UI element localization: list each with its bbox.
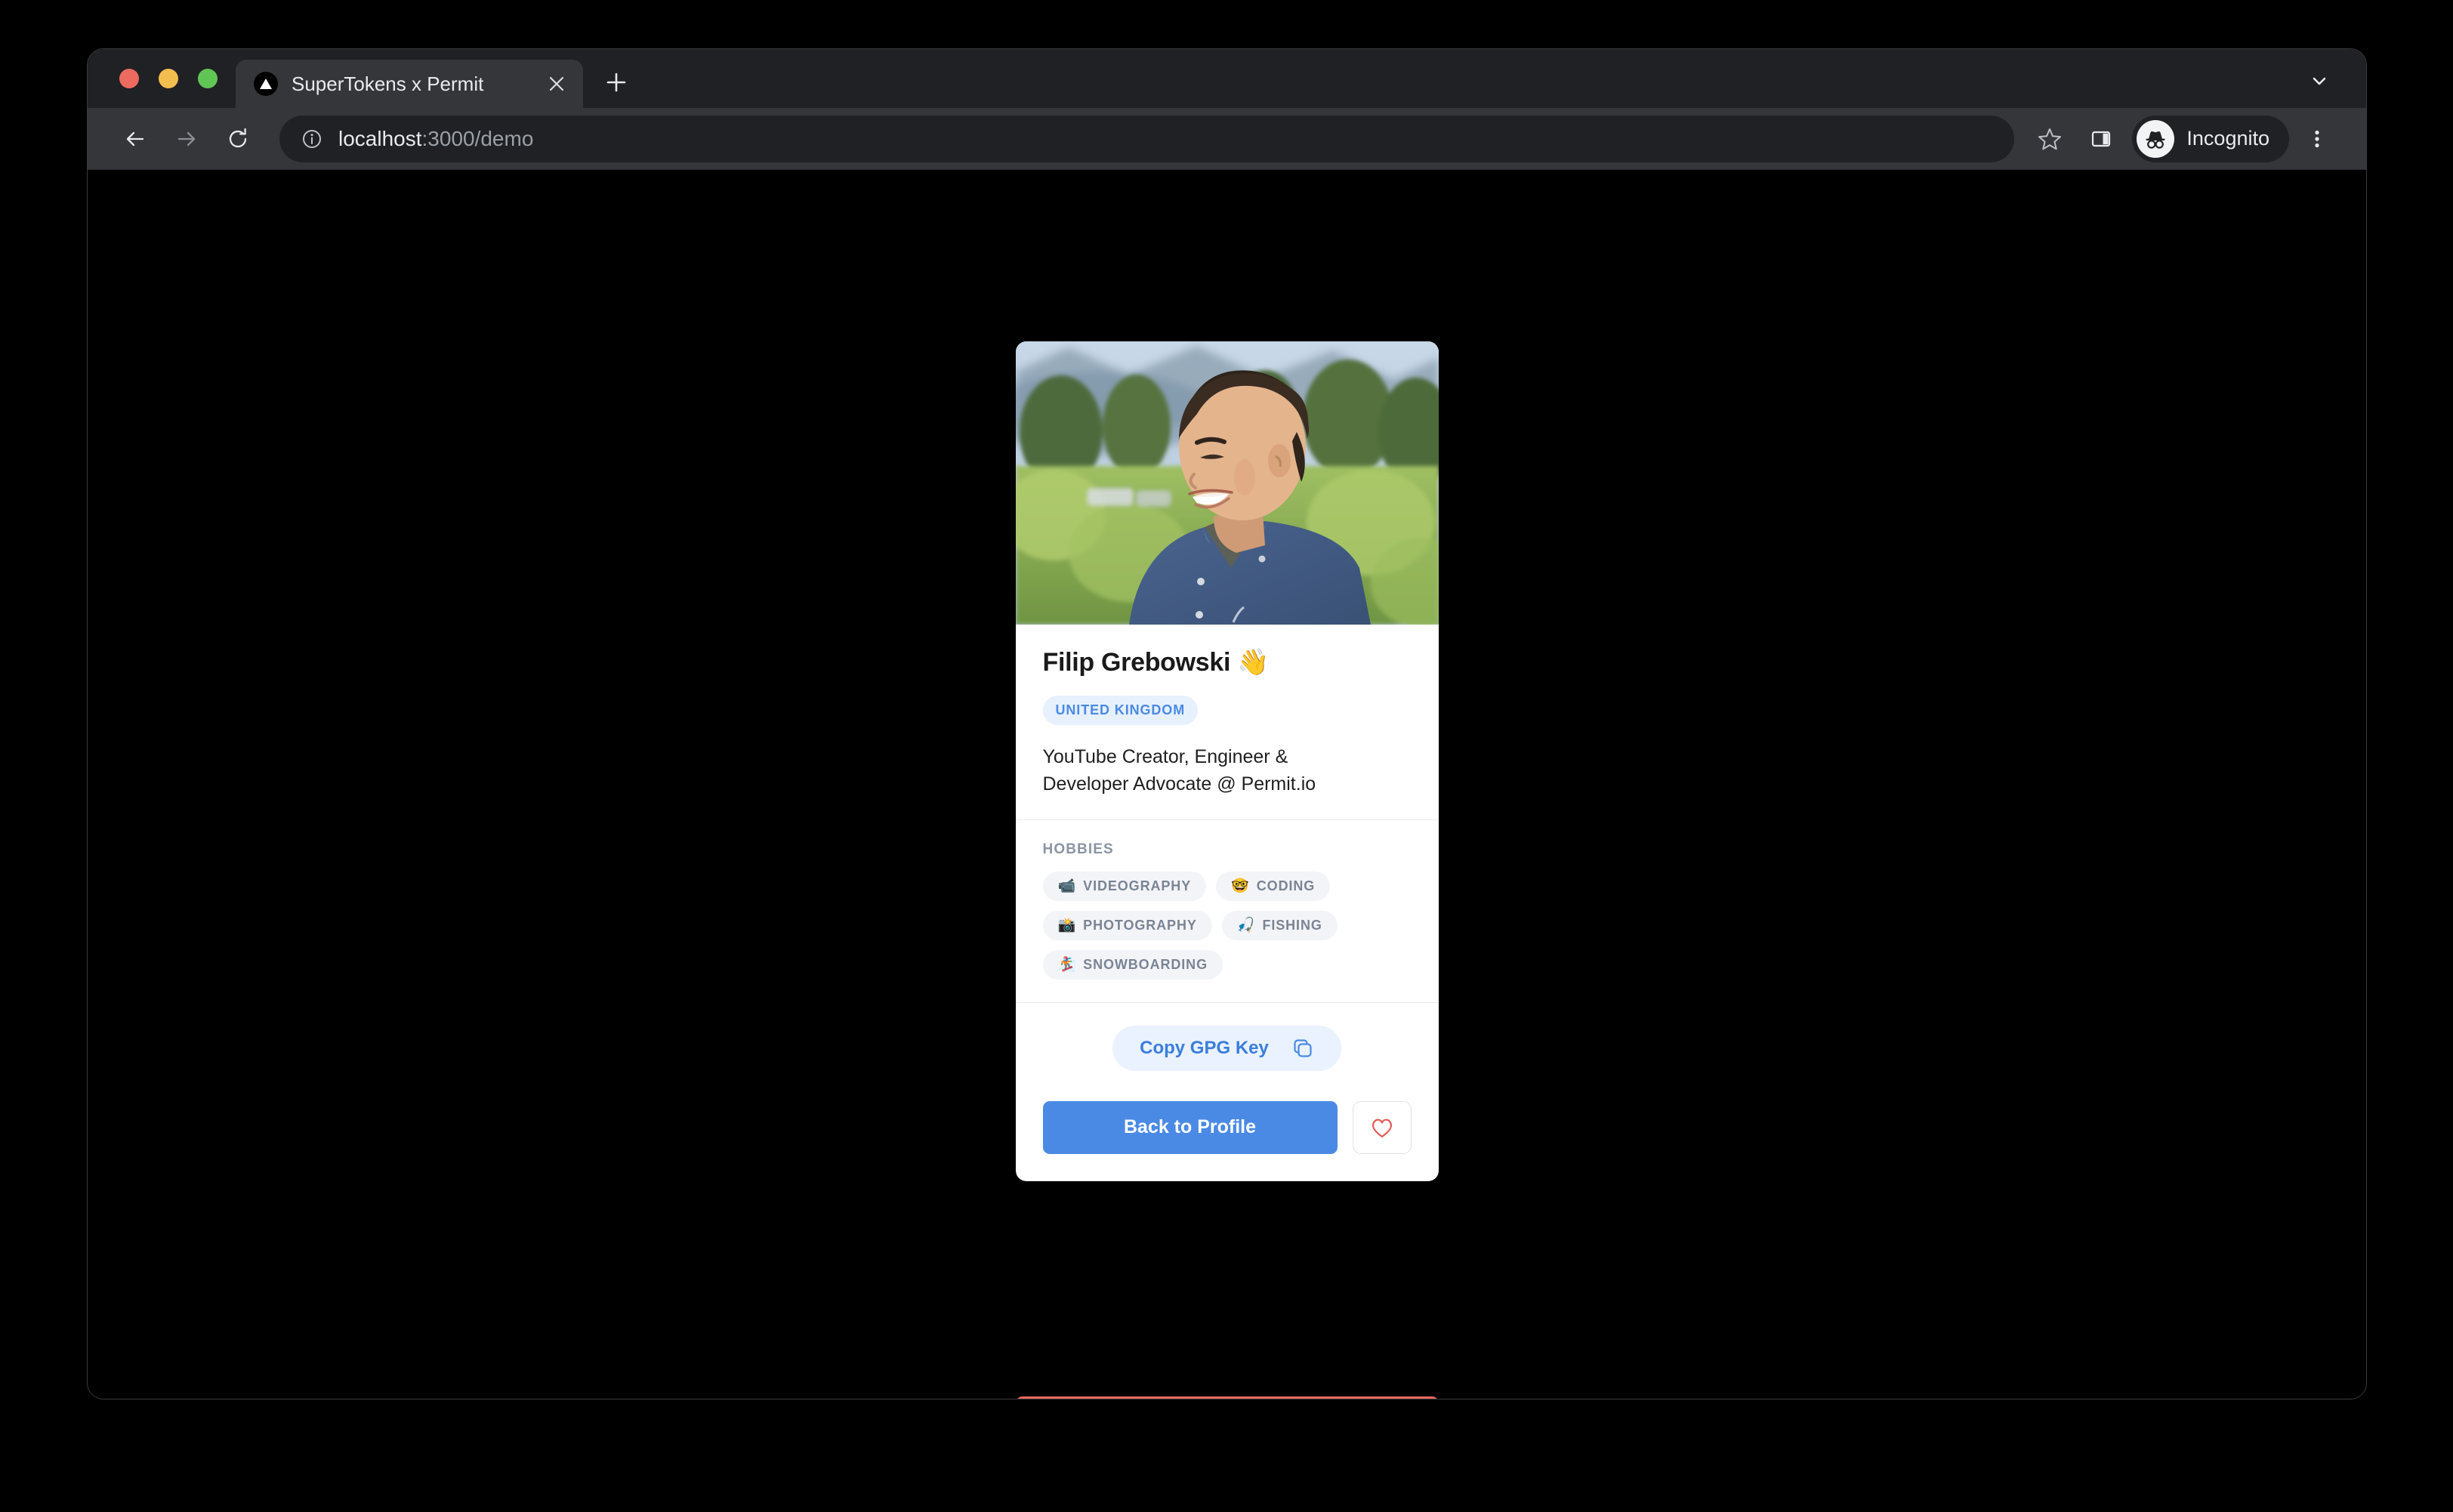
copy-gpg-row: Copy GPG Key: [1043, 1026, 1412, 1071]
country-badge: UNITED KINGDOM: [1043, 696, 1199, 725]
video-camera-icon: 📹: [1058, 879, 1076, 893]
hobby-chip-photography: 📸 PHOTOGRAPHY: [1043, 911, 1212, 940]
star-icon[interactable]: [2026, 116, 2073, 162]
actions-section: Copy GPG Key Back to Profile: [1016, 1003, 1439, 1181]
three-dot-menu-icon[interactable]: [2294, 116, 2340, 162]
hobby-label: CODING: [1257, 878, 1315, 894]
maximize-window-button[interactable]: [198, 69, 218, 88]
tab-title: SuperTokens x Permit: [292, 73, 530, 96]
close-tab-button[interactable]: [544, 71, 569, 97]
camera-flash-icon: 📸: [1058, 918, 1076, 933]
hobby-label: VIDEOGRAPHY: [1083, 878, 1191, 894]
nerd-face-icon: 🤓: [1231, 879, 1249, 893]
hobbies-title: HOBBIES: [1043, 841, 1412, 858]
minimize-window-button[interactable]: [159, 69, 178, 88]
incognito-icon: [2137, 120, 2174, 158]
url-path: :3000/demo: [422, 127, 534, 150]
bottom-buttons-row: Back to Profile: [1043, 1101, 1412, 1154]
hobby-label: FISHING: [1262, 918, 1322, 933]
hobbies-list: 📹 VIDEOGRAPHY 🤓 CODING 📸 PHOTOGRAPHY 🎣 F…: [1043, 872, 1412, 980]
profile-card: Filip Grebowski 👋 UNITED KINGDOM YouTube…: [1016, 341, 1439, 1181]
snowboarder-icon: 🏂: [1058, 958, 1076, 972]
back-arrow-icon[interactable]: [112, 116, 159, 162]
incognito-label: Incognito: [2186, 127, 2269, 150]
favorite-button[interactable]: [1353, 1101, 1412, 1154]
tab-strip: SuperTokens x Permit: [88, 49, 2366, 108]
profile-photo: [1016, 341, 1439, 625]
page-title: Filip Grebowski 👋: [1043, 647, 1412, 677]
side-panel-icon[interactable]: [2078, 116, 2124, 162]
hobby-chip-snowboarding: 🏂 SNOWBOARDING: [1043, 950, 1223, 980]
page-viewport: Filip Grebowski 👋 UNITED KINGDOM YouTube…: [88, 170, 2366, 1398]
url-host: localhost: [338, 127, 422, 150]
hobby-chip-coding: 🤓 CODING: [1216, 872, 1330, 901]
logout-button[interactable]: Logout: [1016, 1396, 1439, 1399]
address-bar-url: localhost:3000/demo: [338, 127, 533, 151]
heart-outline-icon: [1370, 1116, 1394, 1139]
fishing-pole-icon: 🎣: [1237, 918, 1255, 933]
address-bar[interactable]: localhost:3000/demo: [279, 116, 2014, 162]
back-to-profile-button[interactable]: Back to Profile: [1043, 1101, 1338, 1154]
hobbies-section: HOBBIES 📹 VIDEOGRAPHY 🤓 CODING 📸 PHOTOGR…: [1016, 820, 1439, 1002]
browser-tab-supertokens[interactable]: SuperTokens x Permit: [236, 60, 583, 108]
info-circle-icon[interactable]: [301, 128, 323, 150]
reload-icon[interactable]: [214, 116, 261, 162]
browser-window: SuperTokens x Permit: [87, 48, 2367, 1399]
new-tab-button[interactable]: [595, 61, 637, 103]
copy-icon: [1291, 1037, 1314, 1060]
browser-toolbar: localhost:3000/demo Incognito: [88, 108, 2366, 170]
profile-bio: YouTube Creator, Engineer & Developer Ad…: [1043, 743, 1375, 798]
hobby-chip-videography: 📹 VIDEOGRAPHY: [1043, 872, 1207, 901]
triangle-logo-icon: [254, 72, 278, 96]
hobby-label: PHOTOGRAPHY: [1083, 918, 1197, 933]
copy-gpg-key-button[interactable]: Copy GPG Key: [1112, 1026, 1341, 1071]
forward-arrow-icon[interactable]: [163, 116, 210, 162]
close-window-button[interactable]: [119, 69, 139, 88]
window-traffic-lights: [88, 49, 236, 108]
hobby-chip-fishing: 🎣 FISHING: [1222, 911, 1338, 940]
copy-gpg-key-label: Copy GPG Key: [1140, 1038, 1269, 1059]
chevron-down-icon[interactable]: [2303, 64, 2336, 97]
incognito-profile-button[interactable]: Incognito: [2132, 116, 2289, 162]
card-header: Filip Grebowski 👋 UNITED KINGDOM YouTube…: [1016, 625, 1439, 819]
hobby-label: SNOWBOARDING: [1083, 957, 1208, 973]
